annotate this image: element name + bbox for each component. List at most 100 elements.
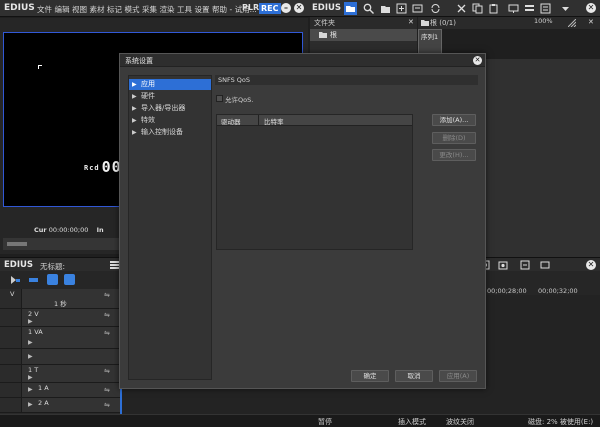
qos-table[interactable]: 驱动器 比特率: [216, 114, 413, 250]
menu-view[interactable]: 视图: [72, 5, 87, 14]
timecode-prefix: Rcd: [84, 163, 100, 172]
track-select-icon[interactable]: [10, 275, 21, 285]
track-side: [0, 365, 22, 382]
snap-icon[interactable]: [64, 274, 75, 285]
up-folder-icon[interactable]: [380, 3, 391, 14]
scrub-range: [7, 242, 27, 246]
cancel-button[interactable]: 取消: [395, 370, 433, 382]
menu-mode[interactable]: 模式: [125, 5, 140, 14]
close-icon[interactable]: ✕: [294, 3, 304, 13]
ok-button[interactable]: 确定: [351, 370, 389, 382]
expand-icon[interactable]: ▶: [28, 386, 33, 393]
search-icon[interactable]: [363, 3, 374, 14]
ruler-label: 00;00;32;00: [538, 287, 578, 295]
properties-icon[interactable]: [540, 3, 551, 14]
tree-item-label: 特效: [141, 116, 155, 124]
tree-item-importer-exporter[interactable]: ▶ 导入器/导出器: [129, 103, 211, 114]
expand-arrow-icon[interactable]: ▶: [132, 127, 137, 138]
print-to-tape-icon[interactable]: [540, 260, 550, 270]
track-label: V: [10, 290, 15, 298]
add-button[interactable]: 添加(A)...: [432, 114, 476, 126]
tree-item-application[interactable]: ▶ 应用: [129, 79, 211, 90]
track-toggle-icon[interactable]: ⇋: [104, 367, 114, 375]
tree-item-effects[interactable]: ▶ 特效: [129, 115, 211, 126]
timeline-close-icon[interactable]: ✕: [586, 260, 596, 270]
status-ripple[interactable]: 波纹关闭: [446, 417, 474, 427]
ruler-label: 00;00;28;00: [487, 287, 527, 295]
track-toggle-icon[interactable]: ⇋: [104, 311, 114, 319]
export-icon[interactable]: [520, 260, 530, 270]
expand-icon[interactable]: ▶: [28, 374, 33, 381]
bin-close-icon[interactable]: ✕: [588, 18, 594, 26]
column-divider: [258, 115, 259, 126]
column-header-drive[interactable]: 驱动器: [221, 116, 241, 126]
column-header-bitrate[interactable]: 比特率: [264, 116, 284, 126]
allow-qos-checkbox[interactable]: [216, 95, 223, 102]
more-icon[interactable]: [560, 3, 571, 14]
in-label: In: [96, 226, 104, 234]
menu-help[interactable]: 帮助: [212, 5, 227, 14]
folder-root-item[interactable]: 根: [310, 29, 417, 41]
expand-arrow-icon[interactable]: ▶: [132, 103, 137, 114]
track-header-2a[interactable]: ▶ 2 A ⇋: [0, 398, 120, 413]
add-clip-icon[interactable]: [396, 3, 407, 14]
timeline-logo: EDIUS: [4, 260, 34, 270]
expand-icon[interactable]: ▶: [28, 353, 33, 360]
minimize-icon[interactable]: –: [281, 3, 291, 13]
track-header-2v[interactable]: 2 V ▶ ⇋: [0, 309, 120, 327]
apply-button[interactable]: 应用(A): [439, 370, 477, 382]
bin-close-icon[interactable]: ✕: [586, 3, 596, 13]
track-header-1va[interactable]: 1 VA ▶ ⇋: [0, 327, 120, 349]
copy-icon[interactable]: [472, 3, 483, 14]
menu-marker[interactable]: 标记: [107, 5, 122, 14]
bin-toolbar: EDIUS ✕: [308, 0, 600, 17]
track-toggle-icon[interactable]: ⇋: [104, 401, 114, 409]
tree-item-label: 导入器/导出器: [141, 104, 186, 112]
track-header-1a[interactable]: ▶ 1 A ⇋: [0, 383, 120, 398]
expand-arrow-icon[interactable]: ▶: [132, 91, 137, 102]
track-header-extra[interactable]: ▶: [0, 349, 120, 365]
ripple-toggle-icon[interactable]: [28, 275, 39, 285]
expand-arrow-icon[interactable]: ▶: [132, 115, 137, 126]
dialog-title: 系统设置: [125, 57, 153, 65]
monitor-icon[interactable]: [508, 3, 519, 14]
tree-item-input-devices[interactable]: ▶ 输入控制设备: [129, 127, 211, 138]
track-header-1t[interactable]: 1 T ▶ ⇋: [0, 365, 120, 383]
menu-tools[interactable]: 工具: [177, 5, 192, 14]
cut-icon[interactable]: [456, 3, 467, 14]
track-toggle-icon[interactable]: ⇋: [104, 329, 114, 337]
rec-mode-button[interactable]: REC: [259, 3, 281, 14]
expand-icon[interactable]: ▶: [28, 339, 33, 346]
plr-mode-button[interactable]: PLR: [242, 3, 259, 12]
delete-button[interactable]: 删除(D): [432, 132, 476, 144]
bin-logo: EDIUS: [312, 3, 342, 13]
sync-icon[interactable]: [430, 3, 441, 14]
bin-header: 根 (0/1) ✕: [418, 17, 600, 29]
status-insert-mode[interactable]: 插入模式: [398, 417, 426, 427]
dialog-close-icon[interactable]: ✕: [473, 55, 482, 65]
expand-icon[interactable]: ▶: [28, 401, 33, 408]
folder-icon[interactable]: [344, 2, 357, 15]
list-view-icon[interactable]: [524, 3, 535, 14]
menu-clip[interactable]: 素材: [90, 5, 105, 14]
folder-close-icon[interactable]: ✕: [408, 18, 414, 26]
new-sequence-icon[interactable]: [412, 3, 423, 14]
menu-settings[interactable]: 设置: [195, 5, 210, 14]
expand-arrow-icon[interactable]: ▶: [132, 79, 137, 90]
change-button[interactable]: 更改(H)...: [432, 149, 476, 161]
snapshot-icon[interactable]: [498, 260, 508, 270]
track-toggle-icon[interactable]: ⇋: [104, 386, 114, 394]
track-toggle-icon[interactable]: ⇋: [104, 291, 114, 299]
tree-item-hardware[interactable]: ▶ 硬件: [129, 91, 211, 102]
menu-render[interactable]: 渲染: [160, 5, 175, 14]
sync-lock-icon[interactable]: [47, 274, 58, 285]
dialog-title-bar[interactable]: 系统设置 ✕: [120, 54, 485, 67]
menu-file[interactable]: 文件: [37, 5, 52, 14]
paste-icon[interactable]: [488, 3, 499, 14]
bin-grip-icon: [568, 19, 576, 27]
menu-edit[interactable]: 编辑: [55, 5, 70, 14]
menu-capture[interactable]: 采集: [142, 5, 157, 14]
expand-icon[interactable]: ▶: [28, 318, 33, 325]
zoom-scale[interactable]: 1 秒: [54, 298, 67, 308]
main-menu-bar: EDIUS 文件 编辑 视图 素材 标记 模式 采集 渲染 工具 设置 帮助 - 试用... PLR …: [0, 0, 308, 17]
